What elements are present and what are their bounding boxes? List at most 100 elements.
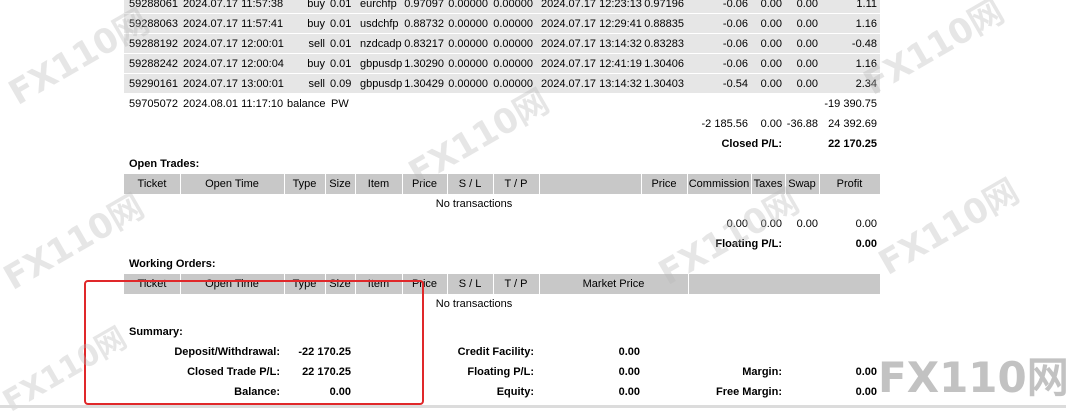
column-header: Size: [329, 178, 351, 190]
column-header: T / P: [504, 178, 528, 190]
column-divider: [325, 174, 326, 194]
cell-swap: 0.00: [796, 58, 818, 70]
column-header: [688, 274, 880, 294]
cell-tp: 0.00000: [493, 38, 533, 50]
cell-close-price: 1.30403: [644, 78, 684, 90]
watermark: FX110网: [872, 171, 1026, 284]
statement-page: 59288061 2024.07.17 11:57:38 buy 0.01 eurchf…: [0, 0, 1066, 419]
cell-swap: 0.00: [796, 18, 818, 30]
column-divider: [493, 174, 494, 194]
cell-type: sell: [308, 78, 325, 90]
column-header: Open Time: [205, 178, 259, 190]
balance-ticket: 59705072: [129, 98, 178, 110]
cell-tp: 0.00000: [493, 58, 533, 70]
cell-swap: 0.00: [796, 78, 818, 90]
open-taxes: 0.00: [760, 218, 782, 230]
total-swap: -36.88: [786, 118, 818, 130]
cell-ticket: 59288063: [129, 18, 178, 30]
open-trades-title: Open Trades:: [129, 158, 200, 170]
cell-swap: 0.00: [796, 0, 818, 10]
balance-profit: -19 390.75: [824, 98, 877, 110]
cell-price: 1.30290: [404, 58, 444, 70]
cell-taxes: 0.00: [760, 58, 782, 70]
cell-type: buy: [307, 18, 325, 30]
cell-close-time: 2024.07.17 13:14:32: [541, 38, 642, 50]
open-commission: 0.00: [726, 218, 748, 230]
total-taxes: 0.00: [760, 118, 782, 130]
column-divider: [447, 174, 448, 194]
cell-item: usdchfp: [360, 18, 399, 30]
column-header: Type: [292, 178, 317, 190]
column-header: Price: [651, 178, 677, 190]
open-floating-label: Floating P/L:: [715, 238, 782, 250]
cell-taxes: 0.00: [760, 38, 782, 50]
open-floating-value: 0.00: [855, 238, 877, 250]
column-header: Profit: [836, 178, 863, 190]
column-divider: [493, 274, 494, 294]
cell-type: buy: [307, 58, 325, 70]
cell-ticket: 59288242: [129, 58, 178, 70]
cell-sl: 0.00000: [448, 38, 488, 50]
balance-type: balance: [287, 98, 326, 110]
total-commission: -2 185.56: [701, 118, 748, 130]
column-header: S / L: [458, 278, 482, 290]
cell-type: buy: [307, 0, 325, 10]
cell-close-time: 2024.07.17 12:29:41: [541, 18, 642, 30]
column-header: Item: [367, 178, 390, 190]
cell-close-time: 2024.07.17 12:23:13: [541, 0, 642, 10]
column-divider: [751, 174, 752, 194]
column-header: T / P: [504, 278, 528, 290]
cell-profit: 1.16: [855, 58, 877, 70]
cell-swap: 0.00: [796, 38, 818, 50]
closed-pl-value: 22 170.25: [828, 138, 877, 150]
column-divider: [819, 174, 820, 194]
cell-price: 0.97097: [404, 0, 444, 10]
cell-profit: -0.48: [851, 38, 877, 50]
cell-size: 0.01: [330, 38, 352, 50]
cell-profit: 2.34: [855, 78, 877, 90]
closed-pl-label: Closed P/L:: [721, 138, 782, 150]
cell-size: 0.09: [330, 78, 352, 90]
cell-close-price: 0.88835: [644, 18, 684, 30]
cell-tp: 0.00000: [493, 18, 533, 30]
cell-price: 0.83217: [404, 38, 444, 50]
summary-floating-label: Floating P/L:: [467, 366, 534, 378]
cell-sl: 0.00000: [448, 58, 488, 70]
cell-size: 0.01: [330, 0, 352, 10]
column-divider: [539, 274, 540, 294]
cell-price: 1.30429: [404, 78, 444, 90]
cell-close-time: 2024.07.17 13:14:32: [541, 78, 642, 90]
column-divider: [641, 174, 642, 194]
balance-item: PW: [331, 98, 349, 110]
cell-time: 2024.07.17 12:00:04: [183, 58, 284, 70]
cell-item: gbpusdp: [360, 58, 403, 70]
cell-ticket: 59288192: [129, 38, 178, 50]
cell-close-price: 0.97196: [644, 0, 684, 10]
open-trades-empty: No transactions: [435, 198, 513, 210]
cell-taxes: 0.00: [760, 18, 782, 30]
cell-commission: -0.06: [722, 58, 748, 70]
column-divider: [355, 174, 356, 194]
column-divider: [284, 174, 285, 194]
cell-commission: -0.06: [722, 0, 748, 10]
cell-close-price: 1.30406: [644, 58, 684, 70]
cell-time: 2024.07.17 12:00:01: [183, 38, 284, 50]
cell-sl: 0.00000: [448, 78, 488, 90]
highlight-box: [84, 280, 424, 405]
credit-value: 0.00: [618, 346, 640, 358]
cell-time: 2024.07.17 11:57:38: [183, 0, 284, 10]
cell-taxes: 0.00: [760, 78, 782, 90]
cell-time: 2024.07.17 11:57:41: [183, 18, 284, 30]
cell-sl: 0.00000: [448, 18, 488, 30]
cell-close-price: 0.83283: [644, 38, 684, 50]
cell-time: 2024.07.17 13:00:01: [183, 78, 284, 90]
cell-sl: 0.00000: [448, 0, 488, 10]
column-header: Market Price: [582, 278, 645, 290]
cell-size: 0.01: [330, 58, 352, 70]
credit-label: Credit Facility:: [457, 346, 534, 358]
cell-item: eurchfp: [360, 0, 397, 10]
cell-close-time: 2024.07.17 12:41:19: [541, 58, 642, 70]
cell-item: nzdcadp: [360, 38, 402, 50]
margin-label: Margin:: [742, 366, 782, 378]
column-divider: [688, 274, 689, 294]
